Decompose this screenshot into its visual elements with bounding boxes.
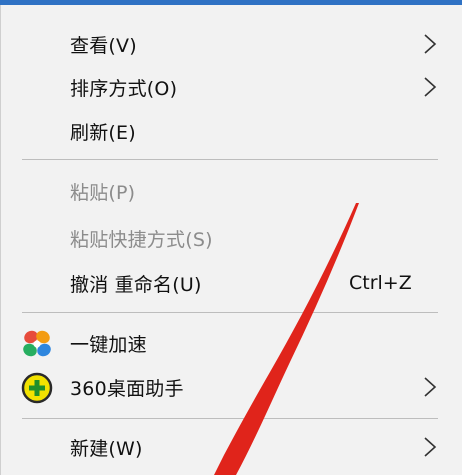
menu-separator	[22, 312, 438, 313]
menu-item-label: 一键加速	[70, 333, 147, 356]
speedup-pinwheel-icon	[23, 330, 51, 357]
menu-item-label: 查看(V)	[70, 34, 137, 57]
menu-item-new[interactable]: 新建(W)	[0, 427, 462, 467]
submenu-chevron-right-icon	[424, 437, 437, 457]
menu-item-label: 粘贴快捷方式(S)	[70, 228, 213, 251]
submenu-chevron-right-icon	[424, 377, 437, 397]
menu-item-label: 360桌面助手	[70, 377, 184, 400]
menu-item-360-desktop-assistant[interactable]: 360桌面助手	[0, 367, 462, 407]
menu-separator	[22, 159, 438, 160]
menu-item-sort-by[interactable]: 排序方式(O)	[0, 67, 462, 107]
menu-item-shortcut: Ctrl+Z	[349, 272, 412, 294]
360-desktop-assistant-icon	[21, 372, 53, 404]
desktop-context-menu: 查看(V) 排序方式(O) 刷新(E) 粘贴(P) 粘贴快捷方式(S) 撤消 重…	[0, 5, 462, 475]
menu-item-label: 新建(W)	[70, 437, 143, 460]
menu-item-paste-shortcut: 粘贴快捷方式(S)	[0, 218, 462, 258]
menu-separator	[22, 418, 438, 419]
menu-item-paste: 粘贴(P)	[0, 171, 462, 211]
menu-item-label: 粘贴(P)	[70, 181, 136, 204]
menu-item-label: 刷新(E)	[70, 121, 136, 144]
menu-item-undo-rename[interactable]: 撤消 重命名(U) Ctrl+Z	[0, 263, 462, 303]
menu-item-label: 撤消 重命名(U)	[70, 273, 202, 296]
menu-item-refresh[interactable]: 刷新(E)	[0, 111, 462, 151]
submenu-chevron-right-icon	[424, 34, 437, 54]
menu-item-one-click-speedup[interactable]: 一键加速	[0, 323, 462, 363]
submenu-chevron-right-icon	[424, 77, 437, 97]
menu-item-label: 排序方式(O)	[70, 77, 178, 100]
menu-item-view[interactable]: 查看(V)	[0, 24, 462, 64]
